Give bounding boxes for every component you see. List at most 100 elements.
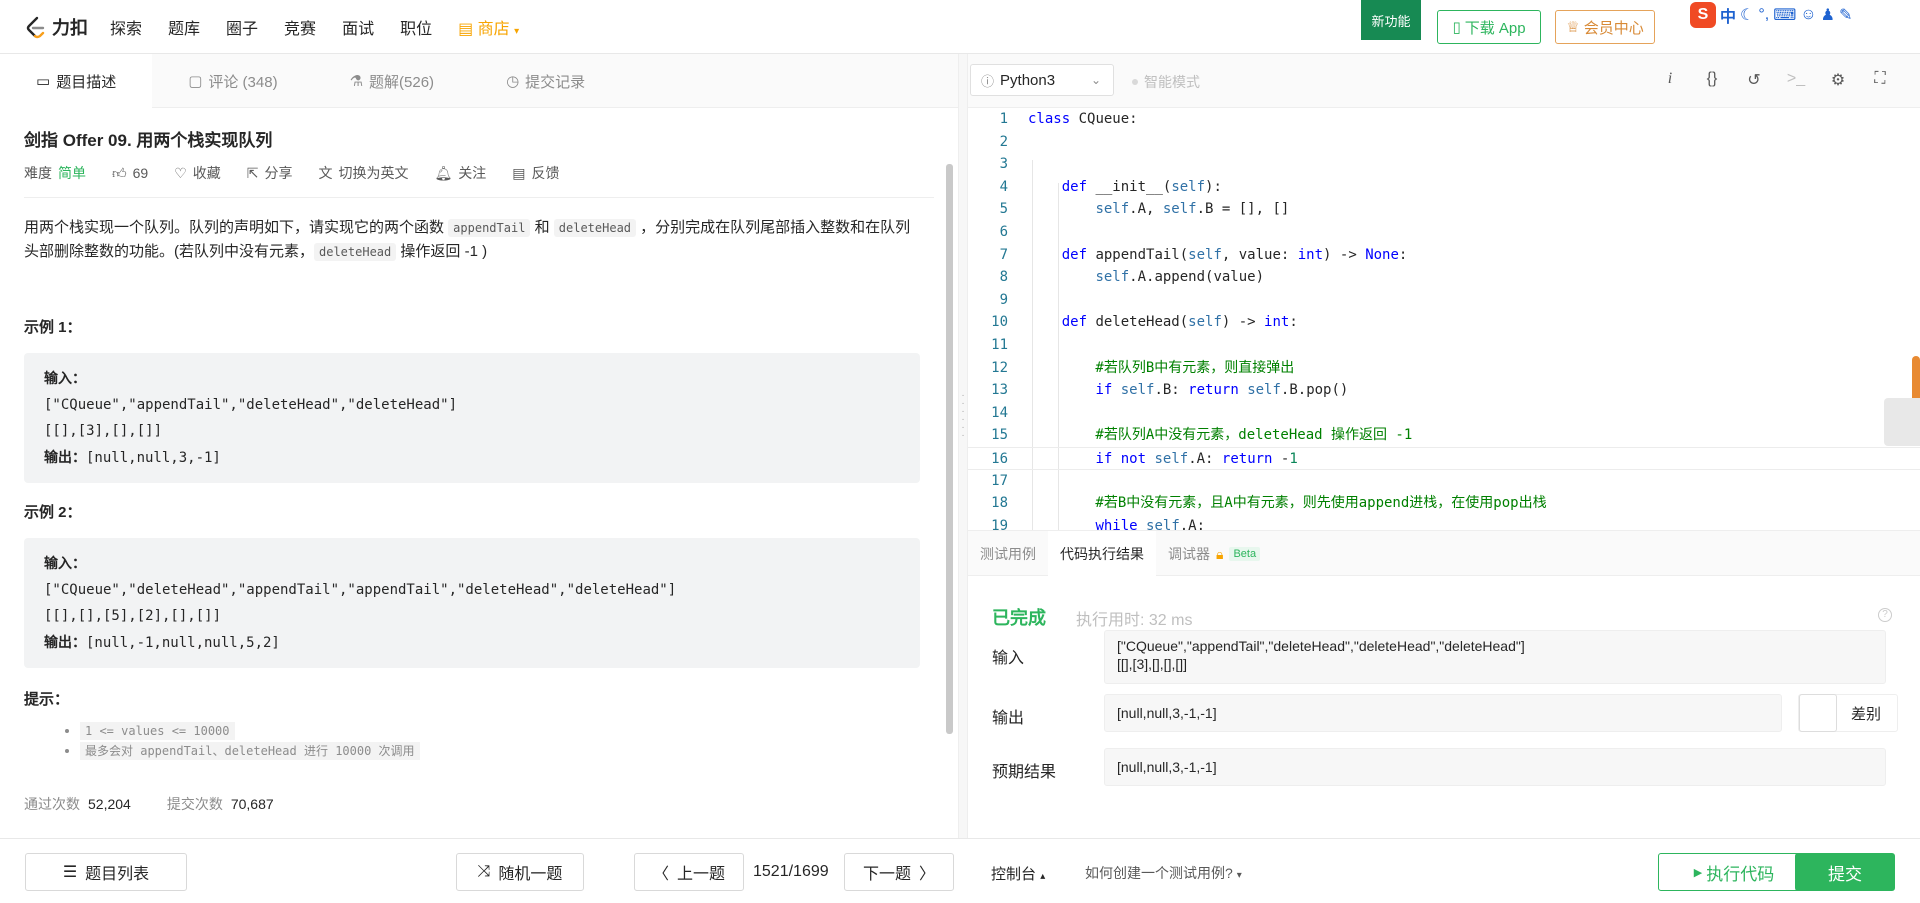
tab-solutions[interactable]: ⚗ 题解(526) [314,54,470,108]
info-italic-icon[interactable]: i [1660,70,1680,90]
tab-comments[interactable]: ▢ 评论 (348) [152,54,313,108]
nav-item-contest[interactable]: 竞赛 [284,15,316,39]
howto-label: 如何创建一个测试用例? [1085,865,1233,881]
random-problem-button[interactable]: ⤨ 随机一题 [456,853,584,891]
next-problem-button[interactable]: 下一题 〉 [844,853,954,891]
copy-icon[interactable] [1884,398,1920,446]
howto-testcase-link[interactable]: 如何创建一个测试用例? ▾ [1085,863,1242,883]
submit-button[interactable]: 提交 [1795,853,1895,891]
tab-comments-label: 评论 (348) [208,73,278,91]
submit-label: 提交次数 [166,796,223,812]
new-feature-badge[interactable]: 新功能 [1361,0,1421,40]
desc-text: 用两个栈实现一个队列。队列的声明如下，请实现它的两个函数 [24,219,449,236]
moon-icon[interactable]: ☾ [1740,5,1754,25]
diff-switch[interactable] [1799,694,1837,732]
nav-item-circle[interactable]: 圈子 [226,15,258,39]
shirt-icon[interactable]: ♟ [1821,5,1835,25]
favorite-button[interactable]: ♡ 收藏 [174,163,221,183]
difficulty: 难度 简单 [24,163,86,183]
feedback-icon: ▤ [512,164,526,181]
tab-description[interactable]: ▭ 题目描述 [0,54,153,108]
tab-run-result[interactable]: 代码执行结果 [1048,531,1156,577]
help-icon[interactable]: ? [1878,608,1892,622]
tab-testcase[interactable]: 测试用例 [968,531,1048,577]
bell-icon: 🔔︎ [434,164,453,181]
punctuation-icon[interactable]: °, [1758,6,1769,24]
problem-title: 剑指 Offer 09. 用两个栈实现队列 [24,131,273,150]
hint-item: 最多会对 appendTail、deleteHead 进行 10000 次调用 [80,742,934,760]
nav-item-explore[interactable]: 探索 [110,15,142,39]
crown-icon: ♕ [1566,19,1580,36]
example-input-line: ["CQueue","appendTail","deleteHead","del… [44,397,458,413]
logo[interactable]: 力扣 [24,14,88,40]
reset-icon[interactable]: ↺ [1744,70,1764,90]
keyboard-icon[interactable]: ⌨ [1773,5,1796,25]
diff-toggle[interactable]: 差别 [1798,694,1898,732]
thumbs-up-icon: 👍︎ [112,164,127,181]
settings-icon[interactable]: ⚙ [1828,70,1848,90]
language-select[interactable]: ⓘ Python3 ⌄ [970,64,1114,96]
line-number: 3 [999,156,1008,173]
share-button[interactable]: ⇱ 分享 [247,163,293,183]
follow-button[interactable]: 🔔︎ 关注 [435,163,487,183]
braces-icon[interactable]: {} [1702,70,1722,90]
terminal-icon[interactable]: >_ [1786,70,1806,90]
panel-resize-handle[interactable] [958,54,968,838]
pass-count: 52,204 [88,796,131,812]
difficulty-value: 简单 [58,165,86,181]
example-input-label: 输入： [44,555,86,571]
feedback-button[interactable]: ▤ 反馈 [512,163,559,183]
line-number: 10 [991,314,1008,331]
problem-tabs: ▭ 题目描述 ▢ 评论 (348) ⚗ 题解(526) ◷ 提交记录 [0,54,958,108]
console-label: 控制台 [991,866,1037,883]
console-toggle[interactable]: 控制台 ▴ [991,863,1045,884]
nav-item-interview[interactable]: 面试 [342,15,374,39]
download-app-button[interactable]: ▯ 下载 App [1437,10,1541,44]
tab-submissions-label: 提交记录 [525,73,586,91]
line-number: 15 [991,427,1008,444]
sogou-ime-icon[interactable]: S [1690,2,1716,28]
member-center-button[interactable]: ♕ 会员中心 [1555,10,1655,44]
code-editor[interactable]: 1 class CQueue: 2 3 4 def __init__(self):… [968,108,1920,530]
caret-up-icon: ▴ [1040,871,1046,882]
problem-list-button[interactable]: ☰ 题目列表 [25,853,187,891]
code-line: 4 def __init__(self): [968,176,1920,199]
diff-label: 差别 [1851,705,1882,723]
submit-count: 70,687 [230,796,274,812]
console-tabs: 测试用例 代码执行结果 调试器 🔒︎ Beta [968,530,1920,577]
submit-stat: 提交次数 70,687 [167,794,274,814]
hint-text: 最多会对 [85,744,141,758]
result-input-box: ["CQueue","appendTail","deleteHead","del… [1104,630,1886,684]
editor-scrollbar[interactable] [1912,356,1920,402]
difficulty-label: 难度 [24,165,52,181]
user-icon[interactable]: ☺ [1800,6,1816,24]
wrench-icon[interactable]: ✎ [1839,5,1852,25]
code-line: 15 #若队列A中没有元素，deleteHead 操作返回 -1 [968,424,1920,447]
code-line: 18 #若B中没有元素，且A中有元素，则先使用append进栈，在使用pop出栈 [968,492,1920,515]
code-comment: #若队列B中有元素，则直接弹出 [1028,359,1295,376]
flask-icon: ⚗ [349,73,364,90]
tab-debugger[interactable]: 调试器 🔒︎ Beta [1156,531,1272,577]
problem-description: 用两个栈实现一个队列。队列的声明如下，请实现它的两个函数 appendTail … [24,216,924,264]
nav-item-jobs[interactable]: 职位 [400,15,432,39]
run-code-button[interactable]: ▶ 执行代码 [1658,853,1810,891]
like-button[interactable]: 👍︎ 69 [112,165,148,182]
line-number: 1 [999,111,1008,127]
fullscreen-icon[interactable]: ⛶ [1870,70,1890,90]
ime-lang-indicator[interactable]: 中 [1720,3,1736,27]
phone-icon: ▯ [1452,19,1461,36]
switch-language-button[interactable]: 文 切换为英文 [319,163,409,183]
result-status: 已完成 [992,608,1046,628]
like-count: 69 [132,165,149,181]
tab-submissions[interactable]: ◷ 提交记录 [470,54,621,108]
description-icon: ▭ [36,73,51,90]
nav-item-shop[interactable]: ▤ 商店 ▾ [458,15,519,39]
nav-item-problemset[interactable]: 题库 [168,15,200,39]
line-number: 5 [999,201,1008,218]
editor-toolbar: ⓘ Python3 ⌄ 智能模式 i {} ↺ >_ ⚙ ⛶ [968,54,1920,108]
prev-problem-button[interactable]: 〈 上一题 [634,853,744,891]
problem-scrollbar[interactable] [946,164,953,734]
switch-language-label: 切换为英文 [338,165,409,181]
result-input-line: [[],[3],[],[],[]] [1117,656,1188,672]
smart-mode-toggle[interactable]: 智能模式 [1132,72,1200,92]
